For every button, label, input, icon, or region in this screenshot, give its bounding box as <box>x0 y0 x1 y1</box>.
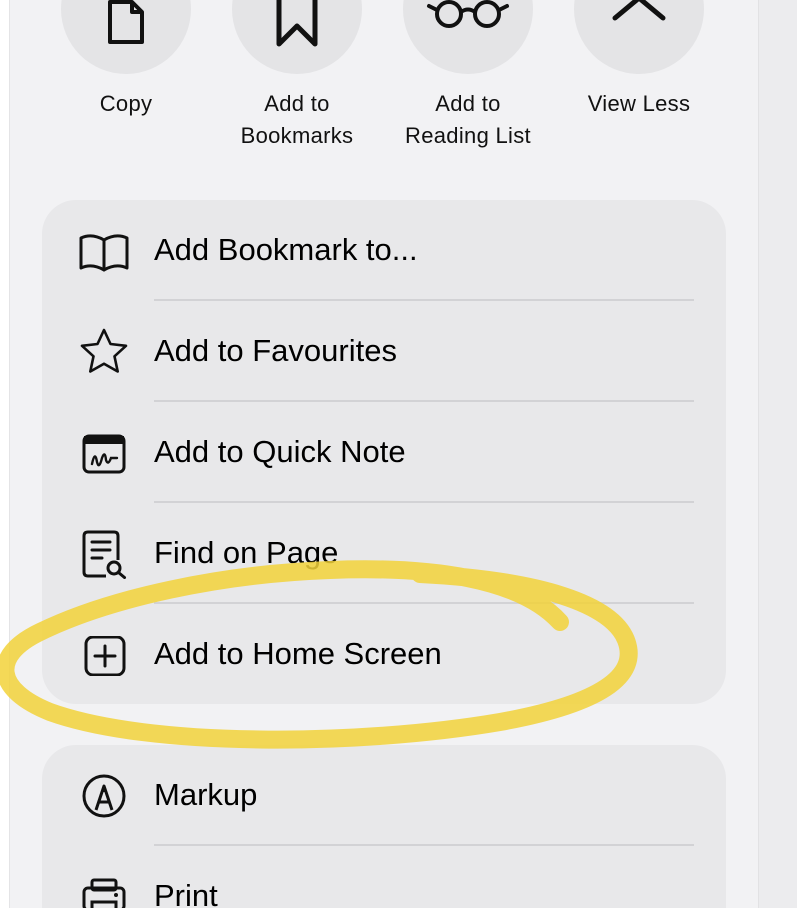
menu-item-markup[interactable]: Markup <box>42 745 726 846</box>
chevron-up-icon <box>612 0 666 21</box>
printer-icon <box>82 878 126 908</box>
menu-item-add-to-home-screen[interactable]: Add to Home Screen <box>42 604 726 704</box>
add-to-reading-list-label: Add to Reading List <box>405 91 531 148</box>
glasses-icon <box>427 0 509 28</box>
copy-icon <box>108 0 144 44</box>
find-on-page-icon <box>82 530 126 579</box>
book-icon <box>79 234 129 272</box>
star-icon <box>80 328 128 373</box>
add-square-icon <box>84 636 126 676</box>
menu-item-label: Add Bookmark to... <box>154 232 418 267</box>
menu-item-label: Add to Favourites <box>154 333 397 368</box>
menu-item-add-to-favourites[interactable]: Add to Favourites <box>42 301 726 402</box>
menu-item-label: Find on Page <box>154 535 339 570</box>
menu-item-label: Add to Quick Note <box>154 434 406 469</box>
menu-item-print[interactable]: Print <box>42 846 726 908</box>
menu-item-add-to-quick-note[interactable]: Add to Quick Note <box>42 402 726 503</box>
menu-item-find-on-page[interactable]: Find on Page <box>42 503 726 604</box>
view-less-label: View Less <box>587 91 691 116</box>
share-sheet-screen: Copy Add to Bookmarks Add to Reading Lis… <box>0 0 797 908</box>
add-to-bookmarks-label: Add to Bookmarks <box>240 91 354 148</box>
menu-item-label: Print <box>154 878 218 908</box>
markup-pen-icon <box>82 774 126 818</box>
menu-group-primary: Add Bookmark to... Add to Favourites Add… <box>42 200 726 704</box>
bookmark-icon <box>276 0 318 47</box>
menu-group-secondary: Markup Print <box>42 745 726 908</box>
background-strip <box>758 0 797 908</box>
menu-item-label: Markup <box>154 777 258 812</box>
copy-label: Copy <box>99 91 153 116</box>
menu-item-label: Add to Home Screen <box>154 636 442 671</box>
menu-item-add-bookmark-to[interactable]: Add Bookmark to... <box>42 200 726 301</box>
left-edge <box>0 0 10 908</box>
quick-note-icon <box>82 434 126 474</box>
